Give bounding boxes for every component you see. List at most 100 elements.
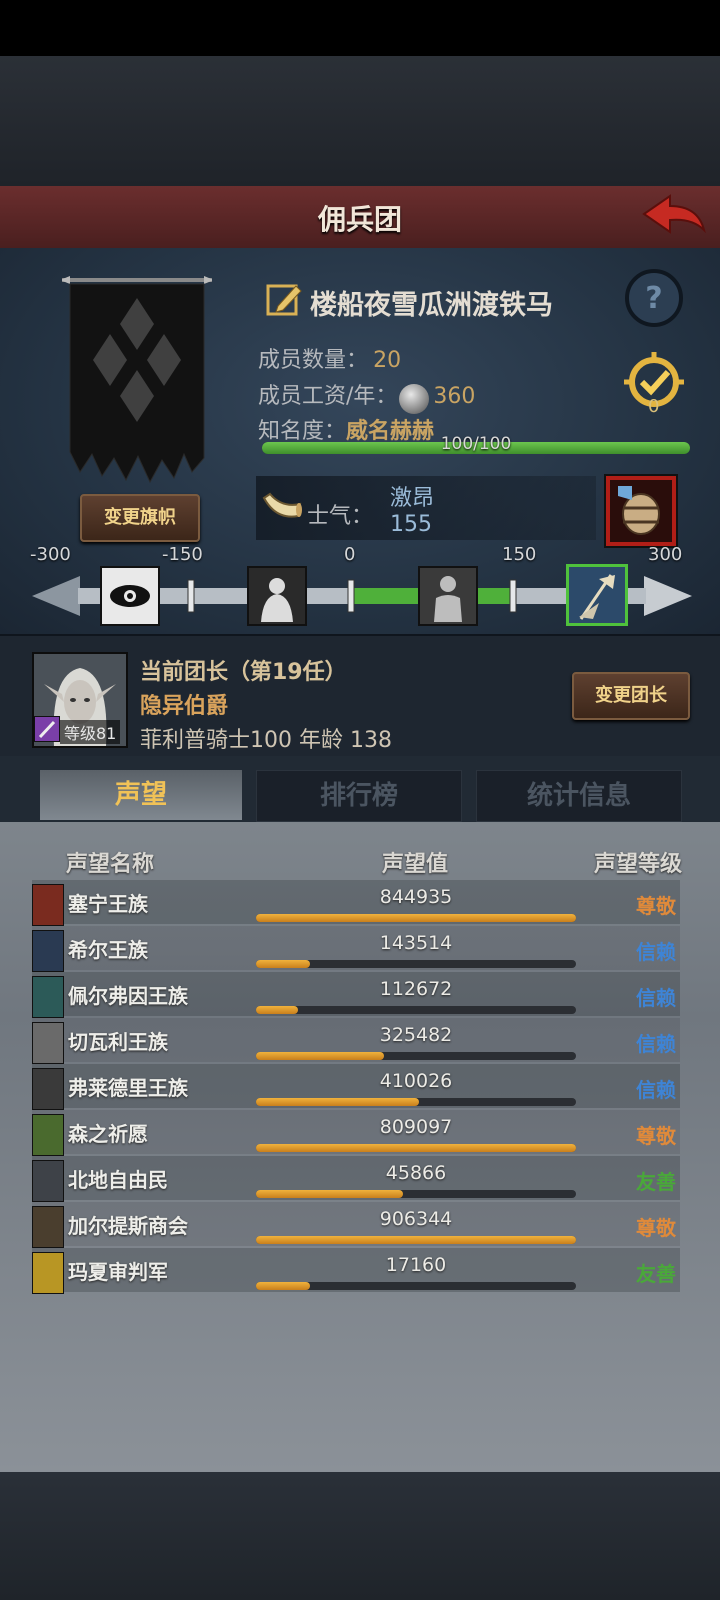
status-bar-area [0, 0, 720, 56]
table-row[interactable]: 佩尔弗因王族 112672 信赖 [32, 972, 680, 1018]
reputation-level: 尊敬 [636, 1216, 676, 1240]
leader-info: 菲利普骑士100 年龄 138 [140, 728, 392, 753]
back-button[interactable] [640, 192, 710, 240]
reputation-bar-fill [256, 1144, 576, 1152]
table-row[interactable]: 玛夏审判军 17160 友善 [32, 1248, 680, 1294]
faction-crest-icon [32, 1068, 64, 1110]
reputation-value: 17160 [385, 1254, 447, 1276]
reputation-bar-fill [256, 1190, 403, 1198]
members-label: 成员数量： [258, 348, 369, 373]
reputation-level: 友善 [636, 1262, 676, 1286]
tick-label: 0 [344, 544, 356, 565]
change-leader-button[interactable]: 变更团长 [572, 672, 690, 720]
reputation-level: 信赖 [636, 1078, 676, 1102]
reputation-level: 信赖 [636, 986, 676, 1010]
reputation-bar-fill [256, 1052, 384, 1060]
faction-name: 塞宁王族 [68, 892, 148, 916]
faction-crest-icon [32, 1114, 64, 1156]
reputation-value: 112672 [379, 978, 453, 1000]
leader-heading: 当前团长（第19任） [140, 660, 347, 685]
wage-label: 成员工资/年： [258, 384, 398, 409]
leader-level: 等级81 [60, 720, 121, 744]
reputation-value: 906344 [379, 1208, 453, 1230]
reputation-value: 143514 [379, 932, 453, 954]
members-value: 20 [373, 348, 402, 373]
table-row[interactable]: 加尔提斯商会 906344 尊敬 [32, 1202, 680, 1248]
wage-stat: 成员工资/年： 360 [258, 378, 475, 414]
tick-label: -300 [30, 544, 71, 565]
back-arrow-icon [642, 194, 706, 234]
table-row[interactable]: 塞宁王族 844935 尊敬 [32, 880, 680, 926]
reputation-value: 809097 [379, 1116, 453, 1138]
faction-name: 切瓦利王族 [68, 1030, 168, 1054]
faction-name: 佩尔弗因王族 [68, 984, 188, 1008]
table-row[interactable]: 切瓦利王族 325482 信赖 [32, 1018, 680, 1064]
members-stat: 成员数量： 20 [258, 342, 401, 374]
calm-figure-icon[interactable] [418, 566, 478, 626]
guild-name: 楼船夜雪瓜洲渡铁马 [310, 290, 553, 321]
tick-label: 150 [502, 544, 537, 565]
reputation-level: 信赖 [636, 940, 676, 964]
table-row[interactable]: 希尔王族 143514 信赖 [32, 926, 680, 972]
edit-name-icon[interactable] [266, 280, 304, 318]
faction-name: 玛夏审判军 [68, 1260, 168, 1284]
morale-state: 激昂 [390, 486, 435, 511]
reputation-value: 844935 [379, 886, 453, 908]
question-icon: ? [625, 269, 683, 327]
faction-crest-icon [32, 884, 64, 926]
svg-text:?: ? [645, 281, 662, 316]
tab-reputation[interactable]: 声望 [40, 770, 242, 820]
table-row[interactable]: 北地自由民 45866 友善 [32, 1156, 680, 1202]
reputation-bar-fill [256, 1236, 576, 1244]
column-header-value: 声望值 [382, 852, 449, 877]
staff-class-icon [34, 716, 60, 742]
faction-name: 希尔王族 [68, 938, 148, 962]
faction-crest-icon [32, 930, 64, 972]
faction-crest-icon [32, 1160, 64, 1202]
reputation-bar-track [256, 1006, 576, 1014]
morale-value: 155 [390, 512, 432, 537]
charging-flag-icon[interactable] [566, 564, 628, 626]
faction-name: 弗莱德里王族 [68, 1076, 188, 1100]
column-header-level: 声望等级 [594, 852, 683, 877]
reputation-bar-fill [256, 1282, 310, 1290]
faction-crest-icon [32, 1252, 64, 1294]
reputation-level: 尊敬 [636, 894, 676, 918]
table-row[interactable]: 弗莱德里王族 410026 信赖 [32, 1064, 680, 1110]
reputation-bar-fill [256, 1006, 298, 1014]
faction-name: 北地自由民 [68, 1168, 168, 1192]
faction-crest-icon [32, 976, 64, 1018]
column-header-name: 声望名称 [66, 852, 155, 877]
wage-value: 360 [433, 384, 476, 409]
silver-coin-icon [399, 383, 430, 414]
reputation-bar-fill [256, 960, 310, 968]
tick-label: 300 [648, 544, 683, 565]
tab-statistics[interactable]: 统计信息 [476, 770, 682, 822]
reputation-value: 410026 [379, 1070, 453, 1092]
decorative-frame [0, 1472, 720, 1600]
faction-name: 森之祈愿 [68, 1122, 148, 1146]
barrel-icon[interactable] [604, 474, 678, 548]
guild-banner [60, 276, 214, 486]
reputation-bar-fill [256, 1098, 419, 1106]
table-row[interactable]: 森之祈愿 809097 尊敬 [32, 1110, 680, 1156]
horn-icon [262, 490, 302, 526]
leader-title: 隐异伯爵 [140, 694, 229, 719]
decorative-frame [0, 56, 720, 186]
hunched-figure-icon[interactable] [247, 566, 307, 626]
reputation-level: 信赖 [636, 1032, 676, 1056]
tick-label: -150 [162, 544, 203, 565]
faction-crest-icon [32, 1022, 64, 1064]
reputation-value: 45866 [385, 1162, 447, 1184]
reputation-bar-fill [256, 914, 576, 922]
morale-label: 士气： [307, 504, 374, 529]
evil-eye-icon[interactable] [100, 566, 160, 626]
tab-ranking[interactable]: 排行榜 [256, 770, 462, 822]
help-button[interactable]: ? [624, 268, 684, 328]
reputation-level: 友善 [636, 1170, 676, 1194]
change-banner-button[interactable]: 变更旗帜 [80, 494, 200, 542]
faction-name: 加尔提斯商会 [68, 1214, 188, 1238]
faction-crest-icon [32, 1206, 64, 1248]
page-title: 佣兵团 [317, 203, 402, 236]
reputation-value: 325482 [379, 1024, 453, 1046]
